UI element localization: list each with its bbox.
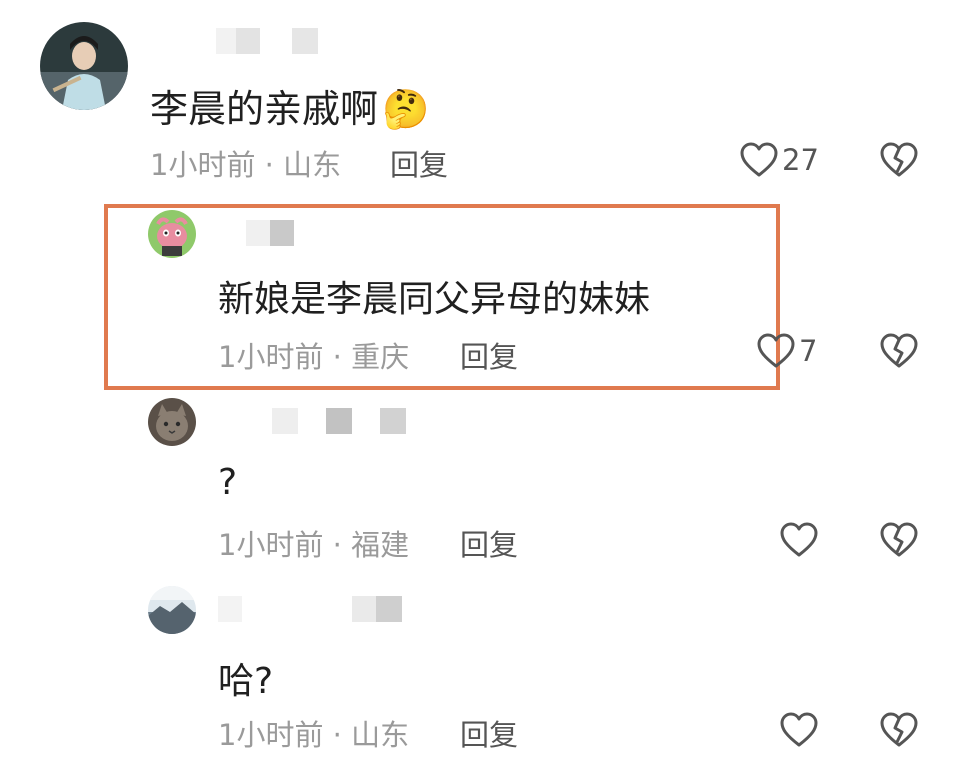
username-masked[interactable] xyxy=(218,596,402,622)
reply-button[interactable]: 回复 xyxy=(390,142,448,184)
comment-time: 1小时前 xyxy=(150,148,256,182)
heart-outline-icon xyxy=(780,522,818,557)
broken-heart-icon xyxy=(880,142,918,177)
username-masked[interactable] xyxy=(216,28,318,54)
comment-location: 山东 xyxy=(283,148,342,182)
comment-meta: 1小时前 · 重庆 xyxy=(218,334,409,376)
comment-text: 新娘是李晨同父异母的妹妹 xyxy=(218,279,651,320)
comment-meta: 1小时前 · 山东 xyxy=(218,712,409,754)
comment-text: ? xyxy=(218,462,238,503)
avatar[interactable] xyxy=(148,210,196,258)
like-button[interactable] xyxy=(780,522,822,558)
comment-time: 1小时前 xyxy=(218,718,324,752)
broken-heart-icon xyxy=(880,333,918,368)
meta-separator: · xyxy=(264,148,274,182)
broken-heart-icon xyxy=(880,522,918,557)
comment-location: 山东 xyxy=(351,718,410,752)
comment-text: 哈? xyxy=(218,661,274,702)
comment-meta: 1小时前 · 山东 xyxy=(150,142,341,184)
meta-separator: · xyxy=(332,718,342,752)
heart-outline-icon xyxy=(757,333,795,368)
meta-separator: · xyxy=(332,528,342,562)
avatar[interactable] xyxy=(148,586,196,634)
like-button[interactable]: 27 xyxy=(740,142,819,178)
comment-time: 1小时前 xyxy=(218,340,324,374)
dislike-button[interactable] xyxy=(880,333,918,369)
username-masked[interactable] xyxy=(246,220,294,246)
dislike-button[interactable] xyxy=(880,712,918,748)
heart-outline-icon xyxy=(740,142,778,177)
reply-button[interactable]: 回复 xyxy=(460,522,518,564)
like-count: 27 xyxy=(782,143,819,177)
like-count: 7 xyxy=(799,334,818,368)
thinking-face-icon: 🤔 xyxy=(382,87,430,131)
comment-location: 重庆 xyxy=(351,340,410,374)
reply-button[interactable]: 回复 xyxy=(460,712,518,754)
heart-outline-icon xyxy=(780,712,818,747)
avatar[interactable] xyxy=(40,22,128,110)
meta-separator: · xyxy=(332,340,342,374)
reply-button[interactable]: 回复 xyxy=(460,334,518,376)
username-masked[interactable] xyxy=(272,408,406,434)
comment-time: 1小时前 xyxy=(218,528,324,562)
broken-heart-icon xyxy=(880,712,918,747)
comment-meta: 1小时前 · 福建 xyxy=(218,522,409,564)
comment-location: 福建 xyxy=(351,528,410,562)
dislike-button[interactable] xyxy=(880,142,918,178)
like-button[interactable] xyxy=(780,712,822,748)
avatar[interactable] xyxy=(148,398,196,446)
dislike-button[interactable] xyxy=(880,522,918,558)
like-button[interactable]: 7 xyxy=(757,333,817,369)
comment-text-body: 李晨的亲戚啊 xyxy=(150,87,379,131)
comment-text: 李晨的亲戚啊 🤔 xyxy=(150,78,429,133)
